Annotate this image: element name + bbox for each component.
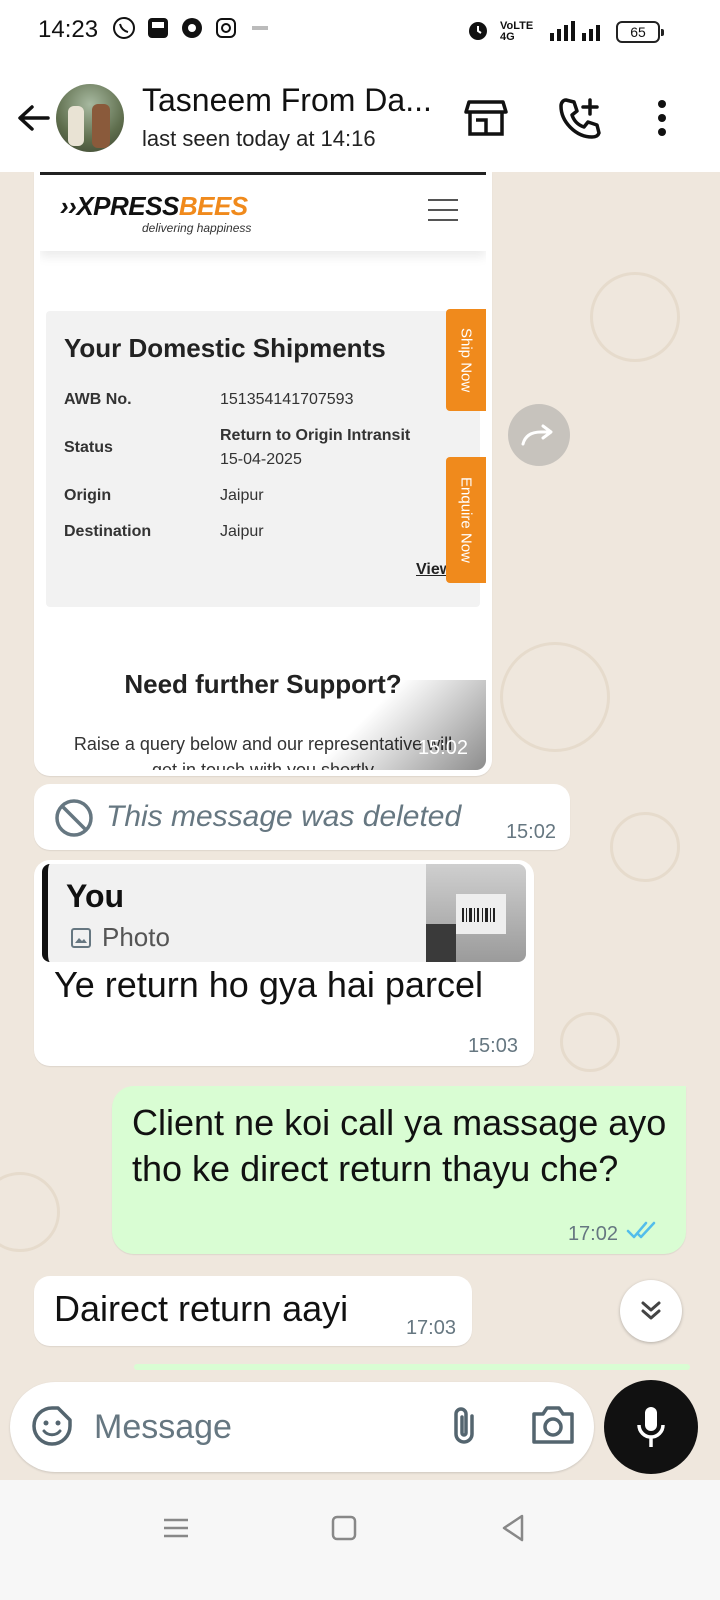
kebab-menu-icon [658, 100, 666, 136]
double-chevron-down-icon [641, 1301, 661, 1320]
shipment-screenshot[interactable]: ››XPRESSBEES delivering happiness Your D… [40, 172, 486, 770]
message-time: 17:02 [567, 1223, 618, 1245]
instagram-notification-icon [214, 16, 238, 40]
reply-message[interactable]: You Photo Ye return ho gya hai parcel 15… [34, 860, 534, 1066]
awb-value: 151354141707593 [220, 391, 354, 408]
add-call-button[interactable] [556, 94, 604, 142]
quoted-type-label: Photo [102, 922, 170, 952]
incoming-message[interactable]: Dairect return aayi 17:03 [34, 1276, 472, 1346]
status-date: 15-04-2025 [220, 451, 302, 468]
destination-value: Jaipur [220, 523, 264, 540]
signal-icon [550, 19, 606, 44]
back-nav-button[interactable] [494, 1508, 534, 1548]
wallpaper-doodle [0, 1172, 60, 1252]
quoted-message[interactable]: You Photo [42, 864, 526, 962]
quoted-photo-thumbnail [426, 864, 526, 962]
wallpaper-doodle [590, 272, 680, 362]
outgoing-message[interactable]: Client ne koi call ya massage ayo tho ke… [112, 1086, 686, 1254]
quoted-type: Photo [70, 922, 170, 953]
partial-outgoing-bubble [134, 1364, 690, 1370]
notification-icons [112, 16, 272, 40]
logo-brand: XPRESS [76, 191, 179, 221]
recents-button[interactable] [156, 1508, 196, 1548]
wallpaper-doodle [500, 642, 610, 752]
ship-now-tab: Ship Now [446, 309, 486, 411]
whatsapp-notification-icon [112, 16, 136, 40]
emoji-button[interactable] [30, 1404, 74, 1448]
system-icons: VoLTE 4G 65 [466, 18, 664, 45]
battery-level: 65 [630, 23, 646, 40]
contact-avatar[interactable] [56, 84, 124, 152]
square-icon [331, 1515, 357, 1541]
sticker-icon [32, 1406, 72, 1446]
awb-label: AWB No. [64, 391, 132, 408]
blocked-icon [55, 799, 93, 837]
catalog-button[interactable] [462, 94, 510, 142]
wallpaper-doodle [610, 812, 680, 882]
more-notifications-icon [248, 16, 272, 40]
last-seen-status: last seen today at 14:16 [142, 126, 376, 151]
hamburger-menu-icon [428, 199, 458, 223]
image-message[interactable]: ››XPRESSBEES delivering happiness Your D… [34, 172, 492, 776]
camera-icon [532, 1406, 574, 1444]
back-arrow-icon [18, 105, 50, 131]
menu-lines-icon [164, 1518, 188, 1538]
message-text: Client ne koi call ya massage ayo tho ke… [132, 1102, 667, 1189]
logo-tagline: delivering happiness [142, 221, 252, 235]
phone-plus-icon [559, 98, 601, 139]
deleted-message[interactable]: This message was deleted 15:02 [34, 784, 570, 850]
destination-label: Destination [64, 523, 152, 540]
enquire-now-tab: Enquire Now [446, 457, 486, 583]
origin-label: Origin [64, 487, 112, 504]
chat-header: Tasneem From Da... last seen today at 14… [0, 64, 720, 172]
chat-area[interactable]: ››XPRESSBEES delivering happiness Your D… [0, 172, 720, 1480]
more-options-button[interactable] [638, 94, 686, 142]
message-time: 15:03 [467, 1035, 518, 1057]
quoted-author: You [66, 878, 125, 914]
camera-button[interactable] [530, 1404, 576, 1448]
chat-notification-icon [180, 16, 204, 40]
deleted-text: This message was deleted [106, 800, 462, 833]
message-input[interactable] [94, 1402, 424, 1452]
scroll-to-bottom-button[interactable] [620, 1280, 682, 1342]
network-label: VoLTE 4G [500, 19, 534, 43]
status-value: Return to Origin Intransit [220, 427, 411, 444]
store-icon [464, 100, 508, 136]
shipment-card: Your Domestic Shipments AWB No. 15135414… [46, 311, 480, 607]
contact-name[interactable]: Tasneem From Da... [142, 82, 432, 119]
message-time: 17:03 [405, 1317, 456, 1339]
status-label: Status [64, 439, 113, 456]
wallpaper-doodle [560, 1012, 620, 1072]
message-text: Ye return ho gya hai parcel [54, 964, 483, 1005]
battery-icon: 65 [616, 20, 664, 43]
message-time: 15:02 [417, 737, 468, 759]
alarm-icon [466, 18, 490, 45]
business-notification-icon [146, 16, 170, 40]
read-ticks-icon [626, 1221, 656, 1239]
paperclip-icon [454, 1407, 474, 1444]
voice-message-button[interactable] [604, 1380, 698, 1474]
message-text: Dairect return aayi [54, 1288, 349, 1329]
status-time: 14:23 [38, 16, 99, 43]
status-bar: 14:23 VoLTE 4G 65 [0, 0, 720, 64]
back-button[interactable] [14, 98, 54, 138]
forward-icon [521, 424, 553, 446]
forward-button[interactable] [508, 404, 570, 466]
triangle-back-icon [502, 1514, 524, 1542]
photo-icon [71, 927, 91, 948]
message-time: 15:02 [505, 821, 556, 843]
origin-value: Jaipur [220, 487, 264, 504]
home-button[interactable] [324, 1508, 364, 1548]
xpressbees-navbar: ››XPRESSBEES delivering happiness [40, 175, 486, 251]
message-composer [10, 1382, 594, 1472]
microphone-icon [637, 1407, 665, 1447]
logo-accent: BEES [178, 191, 248, 221]
xpressbees-logo: ››XPRESSBEES [60, 191, 248, 221]
attach-button[interactable] [442, 1404, 486, 1448]
shipment-card-title: Your Domestic Shipments [64, 333, 386, 363]
system-navigation-bar [0, 1480, 720, 1600]
